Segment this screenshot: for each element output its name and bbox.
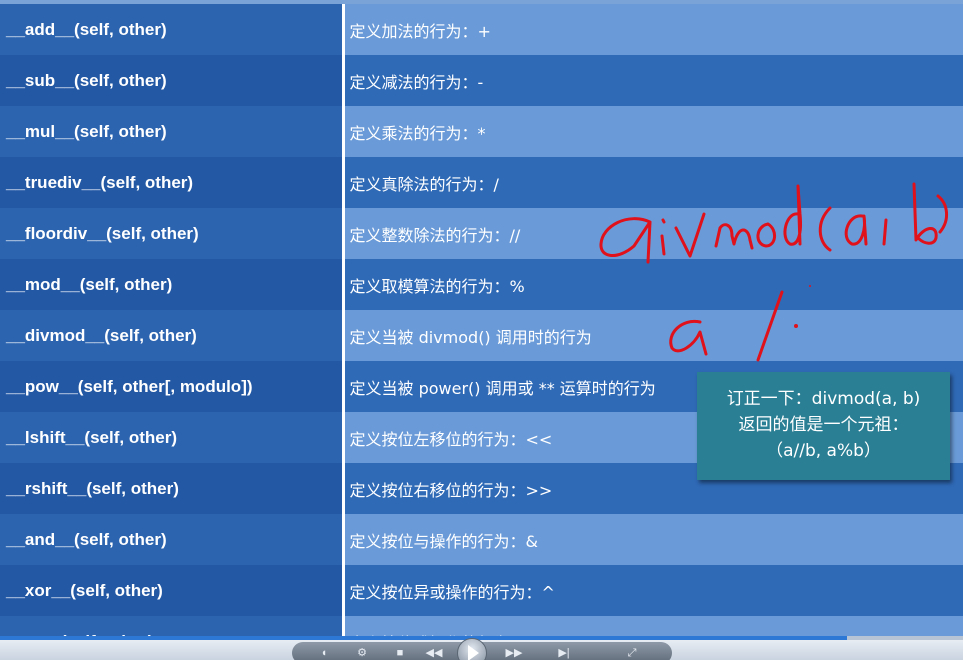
method-name: __xor__(self, other) (0, 565, 345, 616)
volume-icon[interactable]: ◖ (314, 645, 334, 660)
table-row: __floordiv__(self, other) 定义整数除法的行为：// (0, 208, 963, 259)
method-name: __pow__(self, other[, modulo]) (0, 361, 345, 412)
video-player-bar: ◖ ⚙ ■ ◀◀ ▶▶ ▶| ⤢ (0, 636, 963, 660)
method-description: 定义取模算法的行为：% (343, 259, 963, 310)
method-description: 定义真除法的行为：/ (343, 157, 963, 208)
progress-fill (0, 636, 848, 640)
method-description: 定义加法的行为：+ (343, 4, 963, 55)
tooltip-line: （a//b, a%b） (766, 441, 881, 461)
settings-icon[interactable]: ⚙ (352, 645, 372, 660)
method-description: 定义整数除法的行为：// (343, 208, 963, 259)
magic-methods-table: __add__(self, other) 定义加法的行为：+ __sub__(s… (0, 4, 963, 660)
table-row: __sub__(self, other) 定义减法的行为：- (0, 55, 963, 106)
method-name: __floordiv__(self, other) (0, 208, 345, 259)
tooltip-line: 返回的值是一个元祖： (738, 415, 909, 435)
method-name: __rshift__(self, other) (0, 463, 345, 514)
method-description: 定义按位与操作的行为：& (343, 514, 963, 565)
slide-frame: __add__(self, other) 定义加法的行为：+ __sub__(s… (0, 0, 963, 660)
method-description: 定义按位异或操作的行为：^ (343, 565, 963, 616)
method-name: __mod__(self, other) (0, 259, 345, 310)
stop-icon[interactable]: ■ (390, 645, 410, 660)
playback-controls: ◖ ⚙ ■ ◀◀ ▶▶ ▶| ⤢ (292, 638, 672, 660)
method-name: __mul__(self, other) (0, 106, 345, 157)
table-row: __divmod__(self, other) 定义当被 divmod() 调用… (0, 310, 963, 361)
fullscreen-icon[interactable]: ⤢ (622, 645, 642, 660)
table-row: __and__(self, other) 定义按位与操作的行为：& (0, 514, 963, 565)
method-name: __sub__(self, other) (0, 55, 345, 106)
method-name: __and__(self, other) (0, 514, 345, 565)
play-icon (468, 645, 479, 660)
table-row: __truediv__(self, other) 定义真除法的行为：/ (0, 157, 963, 208)
table-row: __mod__(self, other) 定义取模算法的行为：% (0, 259, 963, 310)
fast-forward-icon[interactable]: ▶▶ (504, 645, 524, 660)
method-name: __truediv__(self, other) (0, 157, 345, 208)
table-row: __mul__(self, other) 定义乘法的行为：* (0, 106, 963, 157)
method-description: 定义乘法的行为：* (343, 106, 963, 157)
tooltip-line: 订正一下：divmod(a, b) (726, 389, 921, 409)
progress-bar[interactable] (0, 636, 963, 640)
table-row: __add__(self, other) 定义加法的行为：+ (0, 4, 963, 55)
table-row: __xor__(self, other) 定义按位异或操作的行为：^ (0, 565, 963, 616)
method-name: __lshift__(self, other) (0, 412, 345, 463)
method-description: 定义当被 divmod() 调用时的行为 (343, 310, 963, 361)
method-name: __divmod__(self, other) (0, 310, 345, 361)
method-description: 定义减法的行为：- (343, 55, 963, 106)
tooltip-note: 订正一下：divmod(a, b) 返回的值是一个元祖： （a//b, a%b） (697, 372, 950, 480)
next-icon[interactable]: ▶| (554, 645, 574, 660)
play-button[interactable] (457, 638, 487, 660)
rewind-icon[interactable]: ◀◀ (424, 645, 444, 660)
method-name: __add__(self, other) (0, 4, 345, 55)
